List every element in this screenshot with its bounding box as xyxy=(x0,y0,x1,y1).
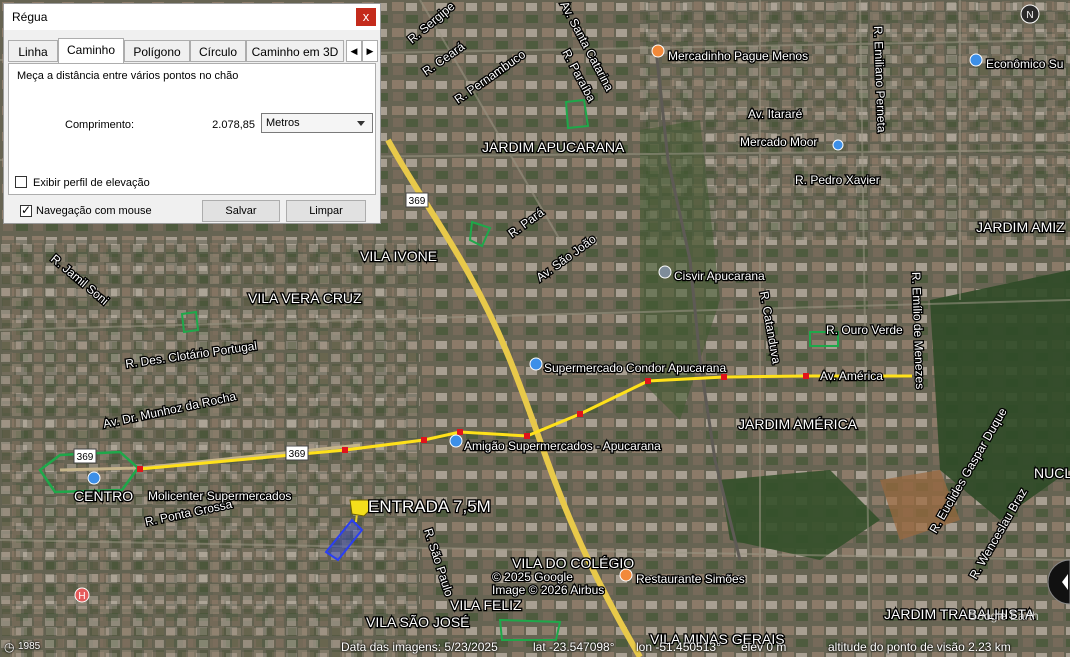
chevron-left-icon: ◀ xyxy=(350,46,358,56)
neighborhood-label: CENTRO xyxy=(74,488,133,504)
street-label: R. Pedro Xavier xyxy=(795,173,880,187)
units-selected-value: Metros xyxy=(266,117,300,129)
status-bar: ◷ 1985 Data das imagens: 5/23/2025 lat -… xyxy=(0,636,1070,657)
svg-text:Amigão Supermercados - Apucara: Amigão Supermercados - Apucarana xyxy=(464,439,661,453)
neighborhood-label: JARDIM AMÉRICA xyxy=(738,416,858,432)
path-vertex[interactable] xyxy=(342,447,348,453)
svg-text:Mercadinho Pague Menos: Mercadinho Pague Menos xyxy=(668,49,808,63)
length-label: Comprimento: xyxy=(65,119,135,131)
ruler-dialog: Régua x Linha Caminho Polígono Círculo C… xyxy=(3,3,381,224)
timeline-icon[interactable]: ◷ xyxy=(4,640,14,654)
tab-poligono[interactable]: Polígono xyxy=(124,40,190,62)
svg-text:Econômico Su: Econômico Su xyxy=(986,57,1063,71)
neighborhood-label: NUCL xyxy=(1034,465,1070,481)
eye-altitude-readout: altitude do ponto de visão 2.23 km xyxy=(828,640,1011,654)
neighborhood-label: VILA DO COLÉGIO xyxy=(512,555,634,571)
placemark-label: ENTRADA 7,5M xyxy=(368,497,491,516)
road-shield: 369 xyxy=(405,192,429,208)
compass-icon[interactable]: N xyxy=(1020,4,1040,24)
dialog-titlebar[interactable]: Régua x xyxy=(4,4,380,30)
svg-text:369: 369 xyxy=(409,196,426,207)
clear-button[interactable]: Limpar xyxy=(286,200,366,222)
neighborhood-label: VILA SÃO JOSÉ xyxy=(366,614,470,630)
hospital-icon: H xyxy=(74,587,90,603)
tab-scroll-left-button[interactable]: ◀ xyxy=(346,40,362,62)
svg-text:Supermercado Condor Apucarana: Supermercado Condor Apucarana xyxy=(544,361,726,375)
road-shield: 369 xyxy=(285,445,309,461)
neighborhood-label: VILA IVONE xyxy=(360,248,437,264)
chevron-right-icon: ▶ xyxy=(366,46,374,56)
neighborhood-label: VILA FELIZ xyxy=(450,597,522,613)
measure-description: Meça a distância entre vários pontos no … xyxy=(17,70,239,82)
copyright-text: © 2025 Google xyxy=(492,570,573,584)
tab-panel-caminho: Meça a distância entre vários pontos no … xyxy=(8,63,376,195)
path-vertex[interactable] xyxy=(137,466,143,472)
svg-text:369: 369 xyxy=(77,452,94,463)
units-select[interactable]: Metros xyxy=(261,113,373,133)
chevron-down-icon xyxy=(357,121,365,126)
elevation-profile-label[interactable]: Exibir perfil de elevação xyxy=(33,177,150,189)
path-vertex[interactable] xyxy=(645,378,651,384)
svg-text:Mercado Moor: Mercado Moor xyxy=(740,135,817,149)
tab-caminho-3d[interactable]: Caminho em 3D xyxy=(246,40,344,62)
mouse-navigation-label[interactable]: Navegação com mouse xyxy=(36,205,152,217)
save-button[interactable]: Salvar xyxy=(202,200,280,222)
place-marker[interactable]: Cisvir Apucarana xyxy=(658,265,766,284)
close-button[interactable]: x xyxy=(356,8,376,26)
latitude-readout: lat -23.547098° xyxy=(533,640,615,654)
elevation-profile-checkbox[interactable] xyxy=(15,176,27,188)
tab-circulo[interactable]: Círculo xyxy=(190,40,246,62)
tab-caminho[interactable]: Caminho xyxy=(58,38,124,63)
street-label: R. Ouro Verde xyxy=(826,323,903,337)
path-vertex[interactable] xyxy=(803,373,809,379)
svg-text:N: N xyxy=(1026,10,1033,21)
svg-text:H: H xyxy=(78,591,85,602)
historical-year: 1985 xyxy=(18,641,41,652)
street-label: Av. América xyxy=(820,369,883,383)
imagery-date: Data das imagens: 5/23/2025 xyxy=(341,640,498,654)
tab-bar: Linha Caminho Polígono Círculo Caminho e… xyxy=(8,38,378,64)
svg-text:Molicenter Supermercados: Molicenter Supermercados xyxy=(148,489,291,503)
longitude-readout: lon -51.450513° xyxy=(636,640,721,654)
street-label: Av. Itararé xyxy=(748,107,803,121)
close-icon: x xyxy=(362,9,370,24)
tab-linha[interactable]: Linha xyxy=(8,40,58,62)
neighborhood-label: JARDIM AMIZ xyxy=(976,219,1065,235)
road-shield: 369 xyxy=(73,448,97,464)
length-value: 2.078,85 xyxy=(212,119,255,131)
svg-text:Cisvir Apucarana: Cisvir Apucarana xyxy=(674,269,765,283)
svg-text:369: 369 xyxy=(289,449,306,460)
svg-text:Restaurante Simões: Restaurante Simões xyxy=(636,572,745,586)
copyright-text: Image © 2026 Airbus xyxy=(492,583,604,597)
watermark-text: Google Earth xyxy=(968,609,1039,623)
mouse-navigation-checkbox[interactable] xyxy=(20,203,32,217)
elevation-readout: elev 0 m xyxy=(741,640,787,654)
tab-scroll-right-button[interactable]: ▶ xyxy=(362,40,378,62)
path-vertex[interactable] xyxy=(457,429,463,435)
neighborhood-label: VILA VERA CRUZ xyxy=(248,290,362,306)
place-marker[interactable]: Supermercado Condor Apucarana xyxy=(529,357,728,376)
path-vertex[interactable] xyxy=(421,437,427,443)
dialog-title: Régua xyxy=(12,10,48,24)
path-vertex[interactable] xyxy=(577,411,583,417)
neighborhood-label: JARDIM APUCARANA xyxy=(482,139,625,155)
place-marker[interactable]: Restaurante Simões xyxy=(619,568,746,587)
